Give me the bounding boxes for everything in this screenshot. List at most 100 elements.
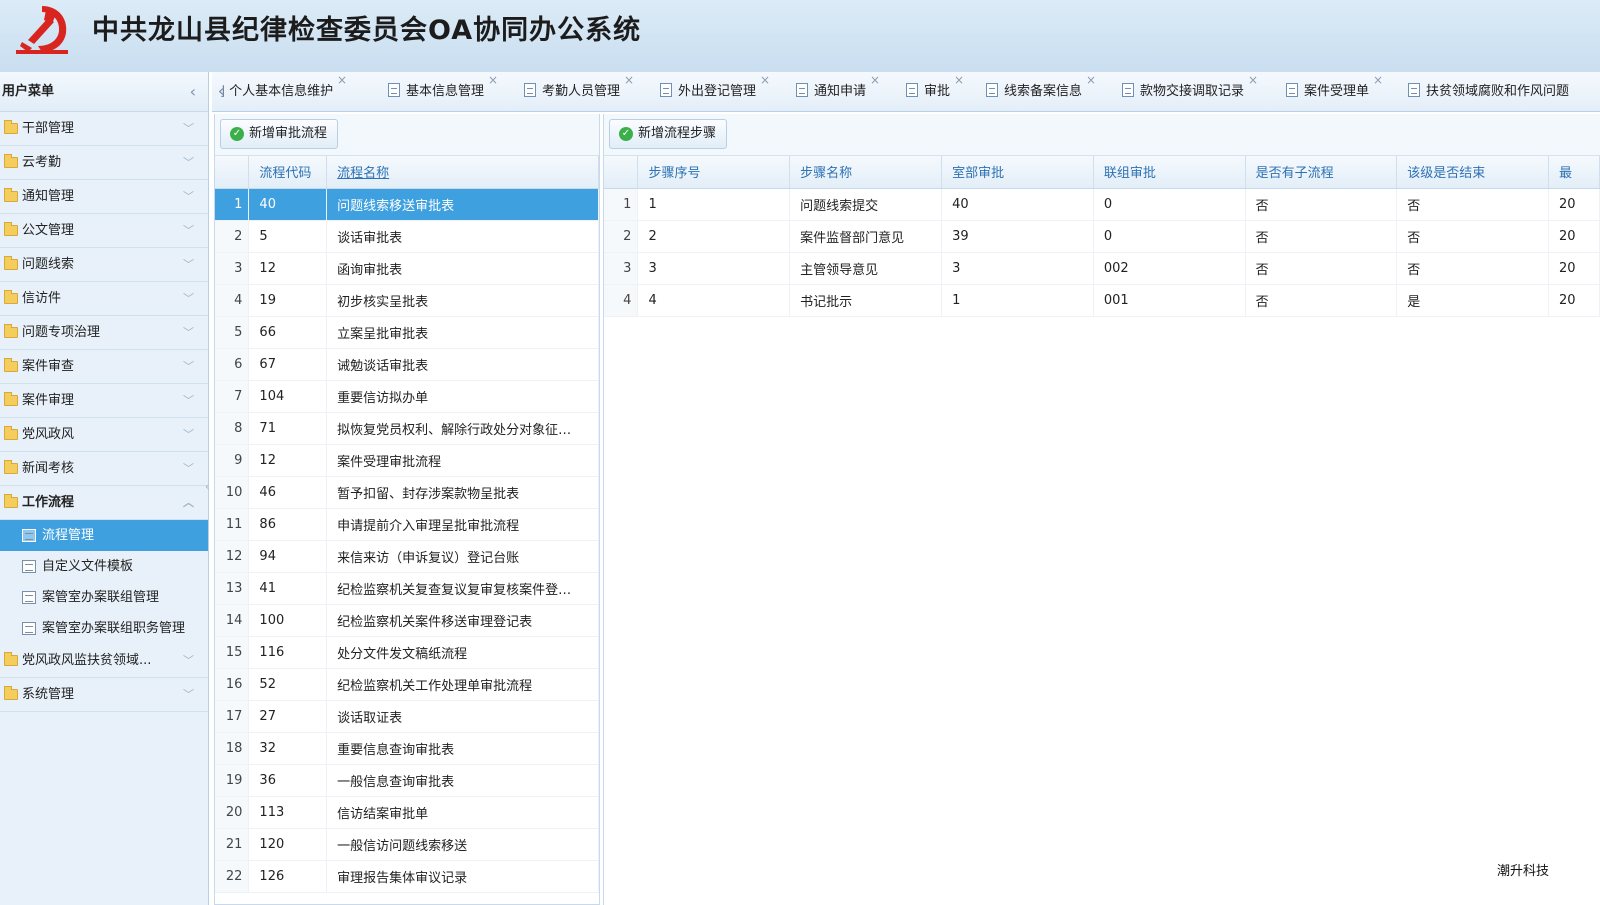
table-row[interactable]: 17 27 谈话取证表 <box>215 700 599 733</box>
col-process-code[interactable]: 流程代码 <box>248 156 328 189</box>
row-number: 2 <box>604 220 639 253</box>
sub-item-label: 案管室办案联组管理 <box>42 590 160 605</box>
table-row[interactable]: 20 113 信访结案审批单 <box>215 796 599 829</box>
table-row[interactable]: 6 67 诫勉谈话审批表 <box>215 348 599 381</box>
table-row[interactable]: 4 19 初步核实呈批表 <box>215 284 599 317</box>
sidebar-menu-item[interactable]: 党风政风监扶贫领域... ﹀ <box>0 644 208 678</box>
table-row[interactable]: 7 104 重要信访拟办单 <box>215 380 599 413</box>
tab[interactable]: 款物交接调取记录 × <box>1122 72 1258 111</box>
process-code-cell: 120 <box>248 828 328 861</box>
table-row[interactable]: 12 94 来信来访（申诉复议）登记台账 <box>215 540 599 573</box>
process-code-cell: 86 <box>248 508 328 541</box>
sidebar-menu-item[interactable]: 公文管理 ﹀ <box>0 214 208 248</box>
process-name-cell: 一般信息查询审批表 <box>326 764 599 797</box>
table-row[interactable]: 1 1 问题线索提交 40 0 否否 20 <box>604 188 1600 221</box>
sidebar-menu-item[interactable]: 信访件 ﹀ <box>0 282 208 316</box>
close-icon[interactable]: × <box>1373 72 1383 100</box>
close-icon[interactable]: × <box>760 72 770 100</box>
tab[interactable]: 外出登记管理 × <box>660 72 770 111</box>
tab[interactable]: 审批 × <box>906 72 964 111</box>
sidebar-menu-item[interactable]: 案件审理 ﹀ <box>0 384 208 418</box>
sidebar-menu-item[interactable]: 干部管理 ﹀ <box>0 112 208 146</box>
table-row[interactable]: 21 120 一般信访问题线索移送 <box>215 828 599 861</box>
collapse-left-icon[interactable]: ‹ <box>190 72 196 112</box>
sidebar-menu-item[interactable]: 工作流程 ︿ <box>0 486 208 520</box>
sidebar-menu-item[interactable]: 问题专项治理 ﹀ <box>0 316 208 350</box>
col-step-name[interactable]: 步骤名称 <box>789 156 943 189</box>
col-group-approval[interactable]: 联组审批 <box>1093 156 1246 189</box>
table-row[interactable]: 4 4 书记批示 1 001 否是 20 <box>604 284 1600 317</box>
sidebar-menu-item[interactable]: 云考勤 ﹀ <box>0 146 208 180</box>
step-seq-cell: 1 <box>637 188 791 221</box>
row-number: 17 <box>215 700 250 733</box>
sub-item-label: 案管室办案联组职务管理 <box>42 621 186 636</box>
table-row[interactable]: 2 5 谈话审批表 <box>215 220 599 253</box>
chevron-down-icon: ﹀ <box>183 122 194 135</box>
sidebar-sub-item[interactable]: 案管室办案联组职务管理 <box>0 613 208 644</box>
col-has-subflow[interactable]: 是否有子流程 <box>1245 156 1398 189</box>
sidebar-menu-item[interactable]: 通知管理 ﹀ <box>0 180 208 214</box>
menu-item-label: 党风政风 <box>22 427 75 442</box>
menu-item-label: 信访件 <box>22 291 62 306</box>
close-icon[interactable]: × <box>870 72 880 100</box>
col-last[interactable]: 最 <box>1548 156 1600 189</box>
tab[interactable]: 扶贫领域腐败和作风问题 <box>1408 72 1569 111</box>
splitter-handle-icon[interactable]: ‹ <box>205 480 209 493</box>
watermark: 潮升科技 <box>1497 864 1550 879</box>
add-process-button[interactable]: ✓ 新增审批流程 <box>220 119 339 149</box>
table-row[interactable]: 9 12 案件受理审批流程 <box>215 444 599 477</box>
close-icon[interactable]: × <box>624 72 634 100</box>
table-row[interactable]: 5 66 立案呈批审批表 <box>215 316 599 349</box>
sidebar-menu-item[interactable]: 问题线索 ﹀ <box>0 248 208 282</box>
tab[interactable]: 通知申请 × <box>796 72 880 111</box>
steps-toolbar: ✓ 新增流程步骤 <box>604 114 1600 156</box>
close-icon[interactable]: × <box>488 72 498 100</box>
tab[interactable]: ⌋ 个人基本信息维护 × <box>220 72 347 111</box>
table-row[interactable]: 11 86 申请提前介入审理呈批审批流程 <box>215 508 599 541</box>
table-row[interactable]: 3 3 主管领导意见 3 002 否否 20 <box>604 252 1600 285</box>
sidebar-sub-item[interactable]: 流程管理 <box>0 520 208 551</box>
sub-item-label: 自定义文件模板 <box>42 559 134 574</box>
row-number: 16 <box>215 668 250 701</box>
sidebar-menu-item[interactable]: 案件审查 ﹀ <box>0 350 208 384</box>
table-row[interactable]: 16 52 纪检监察机关工作处理单审批流程 <box>215 668 599 701</box>
table-row[interactable]: 1 40 问题线索移送审批表 <box>215 188 599 221</box>
table-row[interactable]: 22 126 审理报告集体审议记录 <box>215 860 599 893</box>
tab[interactable]: 案件受理单 × <box>1286 72 1383 111</box>
tab[interactable]: 线索备案信息 × <box>986 72 1096 111</box>
close-icon[interactable]: × <box>1086 72 1096 100</box>
group-approval-cell: 0 <box>1093 220 1246 253</box>
chevron-down-icon: ﹀ <box>183 292 194 305</box>
sidebar-sub-item[interactable]: 案管室办案联组管理 <box>0 582 208 613</box>
col-step-seq[interactable]: 步骤序号 <box>637 156 791 189</box>
close-icon[interactable]: × <box>1248 72 1258 100</box>
table-row[interactable]: 18 32 重要信息查询审批表 <box>215 732 599 765</box>
sidebar-menu-item[interactable]: 新闻考核 ﹀ <box>0 452 208 486</box>
row-number: 9 <box>215 444 250 477</box>
step-name-cell: 案件监督部门意见 <box>789 220 943 253</box>
table-row[interactable]: 3 12 函询审批表 <box>215 252 599 285</box>
close-icon[interactable]: × <box>337 72 347 100</box>
table-row[interactable]: 19 36 一般信息查询审批表 <box>215 764 599 797</box>
process-name-cell: 来信来访（申诉复议）登记台账 <box>326 540 599 573</box>
dept-approval-cell: 3 <box>941 252 1094 285</box>
col-dept-approval[interactable]: 室部审批 <box>941 156 1094 189</box>
tab-label: 外出登记管理 <box>678 84 757 99</box>
process-code-cell: 71 <box>248 412 328 445</box>
sidebar-sub-item[interactable]: 自定义文件模板 <box>0 551 208 582</box>
sidebar-menu-item[interactable]: 系统管理 ﹀ <box>0 678 208 712</box>
table-row[interactable]: 10 46 暂予扣留、封存涉案款物呈批表 <box>215 476 599 509</box>
add-step-button[interactable]: ✓ 新增流程步骤 <box>609 119 728 149</box>
table-row[interactable]: 2 2 案件监督部门意见 39 0 否否 20 <box>604 220 1600 253</box>
sidebar-menu-item[interactable]: 党风政风 ﹀ <box>0 418 208 452</box>
tab[interactable]: 基本信息管理 × <box>388 72 498 111</box>
close-icon[interactable]: × <box>954 72 964 100</box>
table-row[interactable]: 15 116 处分文件发文稿纸流程 <box>215 636 599 669</box>
tab[interactable]: 考勤人员管理 × <box>524 72 634 111</box>
col-process-name[interactable]: 流程名称 <box>326 156 599 189</box>
table-row[interactable]: 8 71 拟恢复党员权利、解除行政处分对象征… <box>215 412 599 445</box>
table-row[interactable]: 14 100 纪检监察机关案件移送审理登记表 <box>215 604 599 637</box>
col-level-end[interactable]: 该级是否结束 <box>1396 156 1549 189</box>
process-code-cell: 67 <box>248 348 328 381</box>
table-row[interactable]: 13 41 纪检监察机关复查复议复审复核案件登… <box>215 572 599 605</box>
